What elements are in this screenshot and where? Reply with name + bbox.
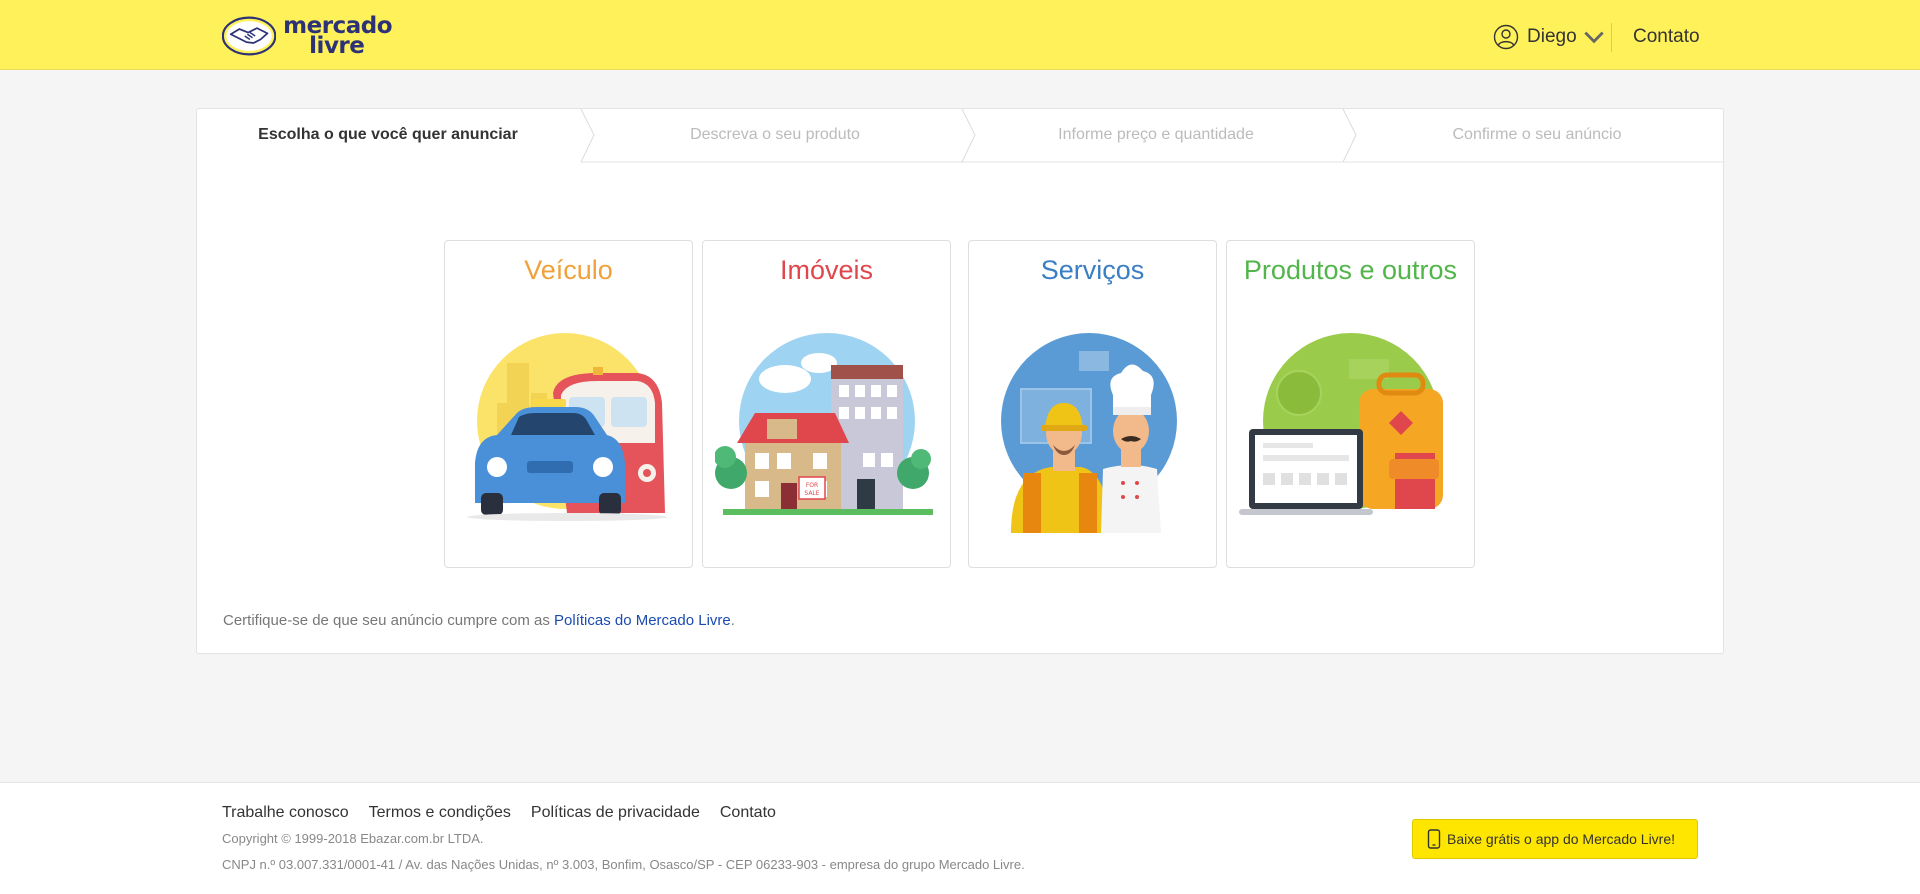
user-avatar-icon (1493, 24, 1519, 50)
step-2-describe: Descreva o seu produto (690, 126, 860, 143)
category-tile-vehicle[interactable]: Veículo (444, 240, 693, 568)
download-app-label: Baixe grátis o app do Mercado Livre! (1447, 831, 1676, 847)
footer-link-privacy[interactable]: Políticas de privacidade (531, 804, 700, 822)
logo-wordmark: mercado livre (283, 15, 392, 59)
footer-link-careers[interactable]: Trabalhe conosco (222, 804, 349, 822)
svg-text:SALE: SALE (804, 490, 819, 497)
site-footer: Trabalhe conosco Termos e condições Polí… (0, 782, 1920, 894)
category-title-vehicle: Veículo (524, 255, 613, 285)
step-1-choose: Escolha o que você quer anunciar (258, 126, 518, 143)
step-3-price: Informe preço e quantidade (1058, 126, 1254, 143)
step-4-confirm: Confirme o seu anúncio (1452, 126, 1622, 143)
user-menu[interactable]: Diego (1493, 24, 1607, 50)
mercado-livre-logo[interactable]: mercado livre (222, 13, 392, 59)
footer-links: Trabalhe conosco Termos e condições Polí… (222, 804, 776, 822)
header-divider (1611, 23, 1612, 52)
user-name: Diego (1527, 26, 1577, 47)
logo-line-2: livre (309, 33, 365, 59)
category-title-real-estate: Imóveis (779, 255, 874, 285)
wizard-steps: Escolha o que você quer anunciar Descrev… (197, 109, 1723, 163)
download-app-button[interactable]: Baixe grátis o app do Mercado Livre! (1412, 819, 1698, 859)
company-info-text: CNPJ n.º 03.007.331/0001-41 / Av. das Na… (222, 857, 1025, 872)
policy-end: . (730, 612, 735, 629)
workers-illustration (1001, 333, 1177, 533)
header-contact-link[interactable]: Contato (1633, 26, 1700, 48)
mobile-phone-icon (1427, 829, 1441, 849)
category-title-services: Serviços (1040, 255, 1145, 285)
category-title-products: Produtos e outros (1243, 255, 1458, 285)
policy-link[interactable]: Políticas do Mercado Livre (554, 612, 731, 629)
category-tile-real-estate[interactable]: Imóveis FOR SALE (702, 240, 951, 568)
policy-notice: Certifique-se de que seu anúncio cumpre … (223, 612, 735, 629)
houses-illustration: FOR SALE (715, 333, 933, 515)
listing-wizard-card: Escolha o que você quer anunciar Descrev… (196, 108, 1724, 654)
category-tile-services[interactable]: Serviços (968, 240, 1217, 568)
category-tile-products[interactable]: Produtos e outros (1226, 240, 1475, 568)
laptop-and-backpack-illustration (1239, 333, 1443, 515)
car-and-van-illustration (467, 333, 667, 521)
copyright-text: Copyright © 1999-2018 Ebazar.com.br LTDA… (222, 831, 484, 846)
chevron-down-icon (1583, 31, 1604, 44)
policy-text: Certifique-se de que seu anúncio cumpre … (223, 612, 555, 629)
site-header: mercado livre Diego Contato (0, 0, 1920, 70)
footer-link-contact[interactable]: Contato (720, 804, 776, 822)
handshake-logo-icon (222, 16, 277, 56)
footer-link-terms[interactable]: Termos e condições (369, 804, 511, 822)
svg-text:FOR: FOR (806, 482, 818, 489)
